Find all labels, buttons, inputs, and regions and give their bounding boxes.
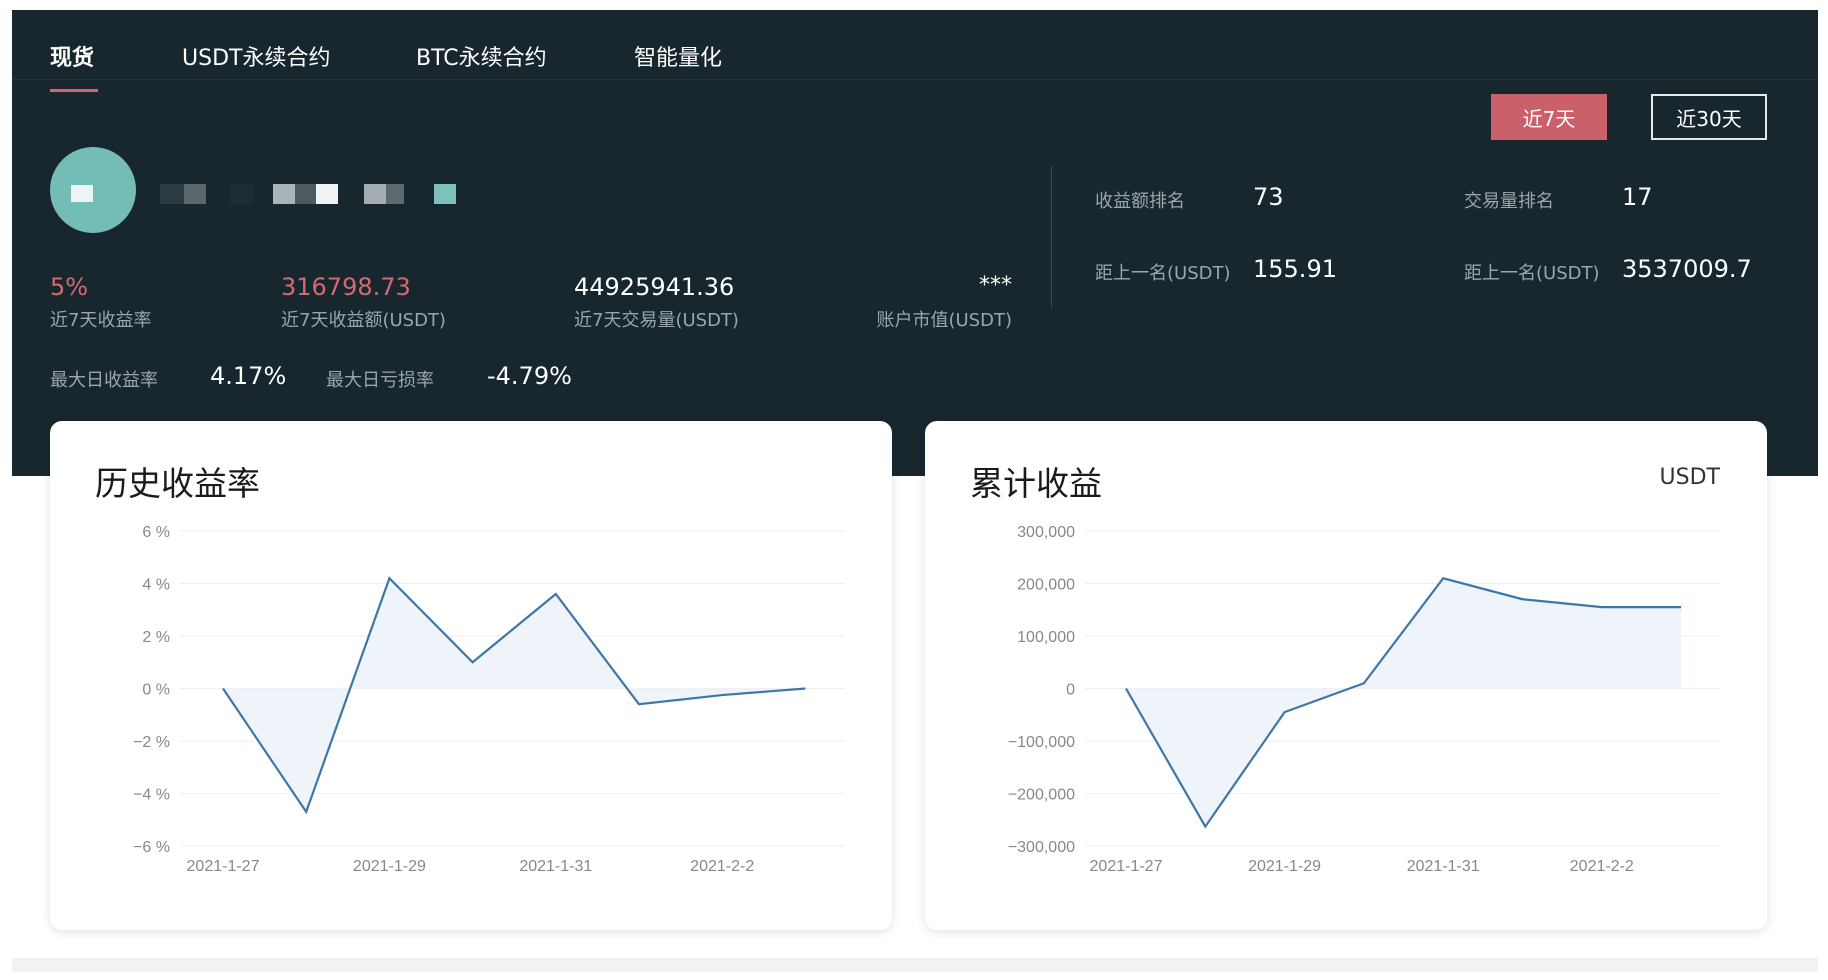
avatar: [50, 147, 136, 233]
bottom-band: [12, 958, 1818, 972]
y-tick-label: 6 %: [142, 524, 170, 541]
profit-gap-label: 距上一名(USDT): [1095, 263, 1231, 284]
x-tick-label: 2021-1-31: [1407, 858, 1480, 875]
max-daily-loss-value: -4.79%: [487, 362, 572, 390]
y-tick-label: 200,000: [1017, 577, 1075, 594]
volume-rank-value: 17: [1622, 183, 1653, 211]
y-tick-label: −200,000: [1008, 787, 1075, 804]
top-panel: 现货 USDT永续合约 BTC永续合约 智能量化 近7天 近30天 5% 近7天…: [12, 10, 1818, 476]
x-tick-label: 2021-1-27: [1090, 858, 1163, 875]
x-tick-label: 2021-1-31: [519, 858, 592, 875]
profit-rank-value: 73: [1253, 183, 1284, 211]
y-tick-label: 300,000: [1017, 524, 1075, 541]
market-value-label: 账户市值(USDT): [876, 310, 1012, 331]
cumulative-profit-chart: 300,000 200,000 100,000 0 −100,000 −200,000 −3…: [1008, 524, 1720, 875]
volume-7d-value: 44925941.36: [574, 273, 735, 301]
x-tick-label: 2021-1-29: [1248, 858, 1321, 875]
max-daily-gain-label: 最大日收益率: [50, 370, 158, 391]
volume-rank-label: 交易量排名: [1464, 191, 1554, 212]
y-tick-label: 100,000: [1017, 629, 1075, 646]
max-daily-loss-label: 最大日亏损率: [326, 370, 434, 391]
profit-rank-label: 收益额排名: [1095, 191, 1185, 212]
profit-7d-value: 316798.73: [281, 273, 411, 301]
y-tick-label: −4 %: [133, 787, 170, 804]
volume-gap-label: 距上一名(USDT): [1464, 263, 1600, 284]
x-tick-label: 2021-1-27: [187, 858, 260, 875]
y-tick-label: 0: [1066, 682, 1075, 699]
yield-rate-7d-value: 5%: [50, 273, 89, 301]
y-tick-label: −2 %: [133, 734, 170, 751]
y-tick-label: −100,000: [1008, 734, 1075, 751]
tab-btc-perpetual[interactable]: BTC永续合约: [416, 40, 547, 72]
active-tab-indicator: [50, 89, 98, 92]
x-tick-label: 2021-2-2: [1570, 858, 1634, 875]
range-7d-button[interactable]: 近7天: [1491, 94, 1607, 140]
history-yield-chart: 6 % 4 % 2 % 0 % −2 % −4 % −6 % 2021-1-27 2021-1-…: [133, 524, 845, 875]
tab-divider: [12, 79, 1818, 80]
y-tick-label: 2 %: [142, 629, 170, 646]
history-yield-card: 历史收益率 6 % 4 % 2 % 0 % −2 % −4 % −6 % 2021-1-27 2…: [50, 421, 892, 930]
tab-usdt-perpetual[interactable]: USDT永续合约: [182, 40, 330, 72]
volume-7d-label: 近7天交易量(USDT): [574, 310, 739, 331]
x-tick-label: 2021-1-29: [353, 858, 426, 875]
tab-smart-quant[interactable]: 智能量化: [634, 40, 722, 72]
yield-rate-7d-label: 近7天收益率: [50, 310, 152, 331]
tab-spot[interactable]: 现货: [50, 40, 94, 72]
max-daily-gain-value: 4.17%: [210, 362, 287, 390]
series-area: [1126, 578, 1682, 827]
cumulative-profit-card: 累计收益 USDT 300,000 200,000 100,000 0 −100,000…: [925, 421, 1767, 930]
y-tick-label: −6 %: [133, 839, 170, 856]
volume-gap-value: 3537009.7: [1622, 255, 1752, 283]
profit-gap-value: 155.91: [1253, 255, 1337, 283]
y-tick-label: −300,000: [1008, 839, 1075, 856]
x-tick-label: 2021-2-2: [690, 858, 754, 875]
vertical-divider: [1051, 166, 1052, 308]
profit-7d-label: 近7天收益额(USDT): [281, 310, 446, 331]
y-tick-label: 4 %: [142, 577, 170, 594]
market-value: ***: [979, 273, 1012, 298]
y-tick-label: 0 %: [142, 682, 170, 699]
range-30d-button[interactable]: 近30天: [1651, 94, 1767, 140]
